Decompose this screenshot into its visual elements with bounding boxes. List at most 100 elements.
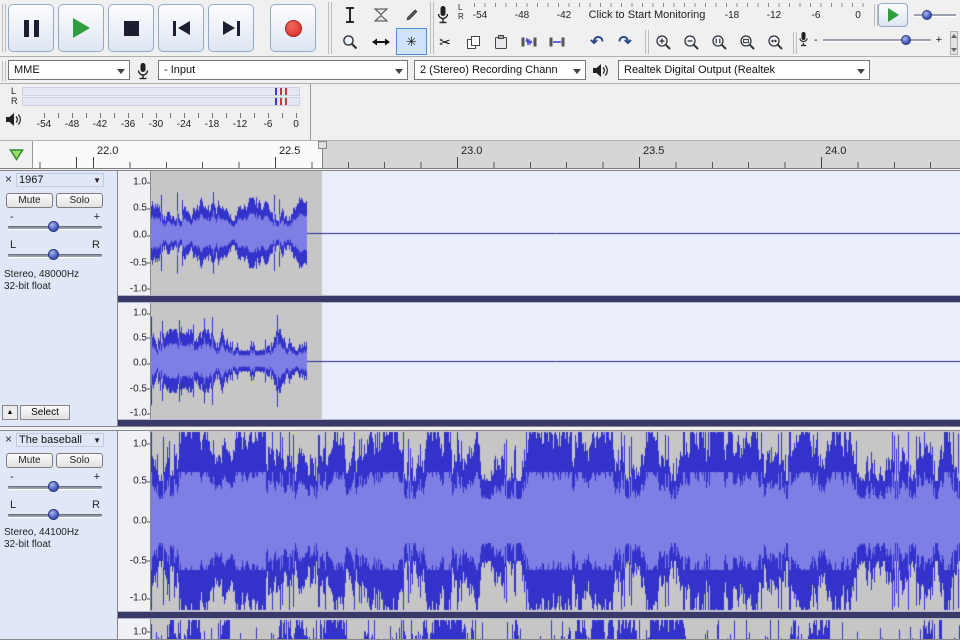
playback-meter-left-lane[interactable] <box>22 87 300 96</box>
mixer-toolbar-grip[interactable] <box>793 32 797 54</box>
selection-tool-button[interactable] <box>334 1 365 28</box>
transport-toolbar-grip[interactable] <box>2 4 6 52</box>
recording-meter-ticks <box>474 3 864 7</box>
zoom-tool-button[interactable] <box>334 28 365 55</box>
pb-scale-label: -6 <box>263 119 273 130</box>
amp-label: 0.5 <box>133 332 150 344</box>
close-track-icon[interactable]: × <box>2 432 15 446</box>
gain-slider[interactable]: - + <box>8 211 102 237</box>
pb-scale-label: 0 <box>293 119 299 130</box>
cut-button[interactable]: ✂ <box>432 29 458 55</box>
device-toolbar-grip[interactable] <box>2 61 6 81</box>
pan-slider[interactable]: L R <box>8 499 102 525</box>
track-1967: × 1967 ▼ Mute Solo - + L R Stereo, 48000… <box>0 170 960 427</box>
chevron-down-icon <box>573 69 581 74</box>
solo-button[interactable]: Solo <box>56 193 103 208</box>
play-speed-slider-track[interactable] <box>914 14 956 16</box>
skip-to-start-button[interactable] <box>158 4 204 52</box>
select-track-button[interactable]: Select <box>20 405 70 420</box>
audio-host-select[interactable]: MME <box>8 60 130 80</box>
stop-button[interactable] <box>108 4 154 52</box>
paste-button[interactable] <box>488 29 514 55</box>
playback-meter-right-lane[interactable] <box>22 97 300 106</box>
play-at-speed-button[interactable] <box>878 3 908 27</box>
mute-button[interactable]: Mute <box>6 453 53 468</box>
zoom-in-button[interactable] <box>650 29 677 55</box>
waveform-canvas-track1-left[interactable] <box>151 171 960 295</box>
gain-slider[interactable]: - + <box>8 471 102 497</box>
track-control-panel[interactable]: × 1967 ▼ Mute Solo - + L R Stereo, 48000… <box>0 171 118 426</box>
pan-slider-thumb[interactable] <box>48 509 59 520</box>
pinned-play-head-icon <box>8 148 24 161</box>
timeline-label: 22.0 <box>97 145 119 157</box>
copy-button[interactable] <box>460 29 486 55</box>
waveform-canvas-track1-right[interactable] <box>151 303 960 419</box>
draw-tool-button[interactable] <box>396 1 427 28</box>
zoom-toolbar-grip[interactable] <box>645 30 649 54</box>
undo-button[interactable]: ↶ <box>584 29 610 55</box>
trim-outside-selection-button[interactable] <box>516 29 542 55</box>
vertical-ruler-left-channel[interactable]: 1.0 0.5 0.0 -0.5 -1.0 <box>118 171 151 295</box>
channel-separator[interactable] <box>118 295 960 303</box>
gain-slider-thumb[interactable] <box>48 221 59 232</box>
vertical-ruler-right-channel[interactable]: 1.0 0.5 0.0 -0.5 -1.0 <box>118 619 150 639</box>
playback-meter-right-label: R <box>11 96 18 106</box>
recording-device-select[interactable]: - Input <box>158 60 408 80</box>
zoom-out-button[interactable] <box>678 29 705 55</box>
redo-button[interactable]: ↷ <box>612 29 638 55</box>
gain-slider-thumb[interactable] <box>48 481 59 492</box>
track-title: The baseball <box>19 434 82 446</box>
zoom-toggle-button[interactable] <box>762 29 789 55</box>
track-bottom-separator[interactable] <box>118 419 960 426</box>
track-control-panel[interactable]: × The baseball ▼ Mute Solo - + L R Stere… <box>0 431 118 639</box>
microphone-icon <box>437 6 449 24</box>
meter-right-label: R <box>458 12 464 21</box>
record-button[interactable] <box>270 4 316 52</box>
silence-selection-button[interactable] <box>544 29 570 55</box>
timeline-ruler[interactable]: 22.0 22.5 23.0 23.5 24.0 <box>33 141 960 168</box>
pause-button[interactable] <box>8 4 54 52</box>
selection-boundary-handle[interactable] <box>318 141 327 149</box>
vertical-ruler-left-channel[interactable]: 1.0 0.5 0.0 -0.5 -1.0 <box>118 431 151 611</box>
waveform-canvas-track2-right[interactable] <box>151 619 960 639</box>
rec-scale-label: -54 <box>472 10 488 21</box>
toolbar-overflow-scrollbar[interactable] <box>950 31 958 55</box>
fit-project-button[interactable] <box>734 29 761 55</box>
play-speed-slider[interactable] <box>914 9 956 21</box>
tools-toolbar-grip[interactable] <box>328 2 332 54</box>
recording-channels-select[interactable]: 2 (Stereo) Recording Chann <box>414 60 586 80</box>
channel-separator[interactable] <box>118 611 960 619</box>
time-shift-tool-button[interactable] <box>365 28 396 55</box>
envelope-tool-button[interactable] <box>365 1 396 28</box>
recording-volume-track[interactable] <box>822 38 931 41</box>
amp-label: 0.5 <box>133 475 150 487</box>
meter-left-label: L <box>458 3 463 12</box>
track-depth-info: 32-bit float <box>4 539 51 550</box>
multi-tool-button[interactable]: ✳ <box>396 28 427 55</box>
recording-volume-slider[interactable] <box>822 34 931 46</box>
recording-meter-toolbar[interactable]: L R -54 -48 -42 -36 -30 -24 -18 -12 -6 0… <box>432 1 870 28</box>
close-track-icon[interactable]: × <box>2 172 15 186</box>
pinned-play-head-button[interactable] <box>0 141 33 168</box>
pan-slider[interactable]: L R <box>8 239 102 265</box>
fit-selection-button[interactable] <box>706 29 733 55</box>
solo-button[interactable]: Solo <box>56 453 103 468</box>
monitoring-hint-text[interactable]: Click to Start Monitoring <box>580 9 714 21</box>
vertical-ruler-right-channel[interactable]: 1.0 0.5 0.0 -0.5 -1.0 <box>118 303 151 419</box>
mute-button[interactable]: Mute <box>6 193 53 208</box>
skip-to-end-button[interactable] <box>208 4 254 52</box>
collapse-track-button[interactable]: ▲ <box>2 405 18 420</box>
recording-volume-thumb[interactable] <box>900 34 911 45</box>
undo-icon: ↶ <box>590 34 604 51</box>
playback-meter-toolbar[interactable]: L R -54 -48 -42 -36 -30 -24 -18 -12 -6 0 <box>0 84 311 140</box>
ibeam-icon <box>345 6 354 23</box>
waveform-canvas-track2-left[interactable] <box>151 431 960 611</box>
play-button[interactable] <box>58 4 104 52</box>
track-name-menu[interactable]: The baseball ▼ <box>16 433 104 447</box>
vertical-ruler[interactable]: 1.0 0.5 0.0 -0.5 -1.0 1.0 0.5 0.0 -0.5 -… <box>118 431 151 639</box>
timeline-label: 23.0 <box>461 145 483 157</box>
track-name-menu[interactable]: 1967 ▼ <box>16 173 104 187</box>
playback-device-select[interactable]: Realtek Digital Output (Realtek <box>618 60 870 80</box>
play-speed-slider-thumb[interactable] <box>922 10 932 20</box>
pan-slider-thumb[interactable] <box>48 249 59 260</box>
